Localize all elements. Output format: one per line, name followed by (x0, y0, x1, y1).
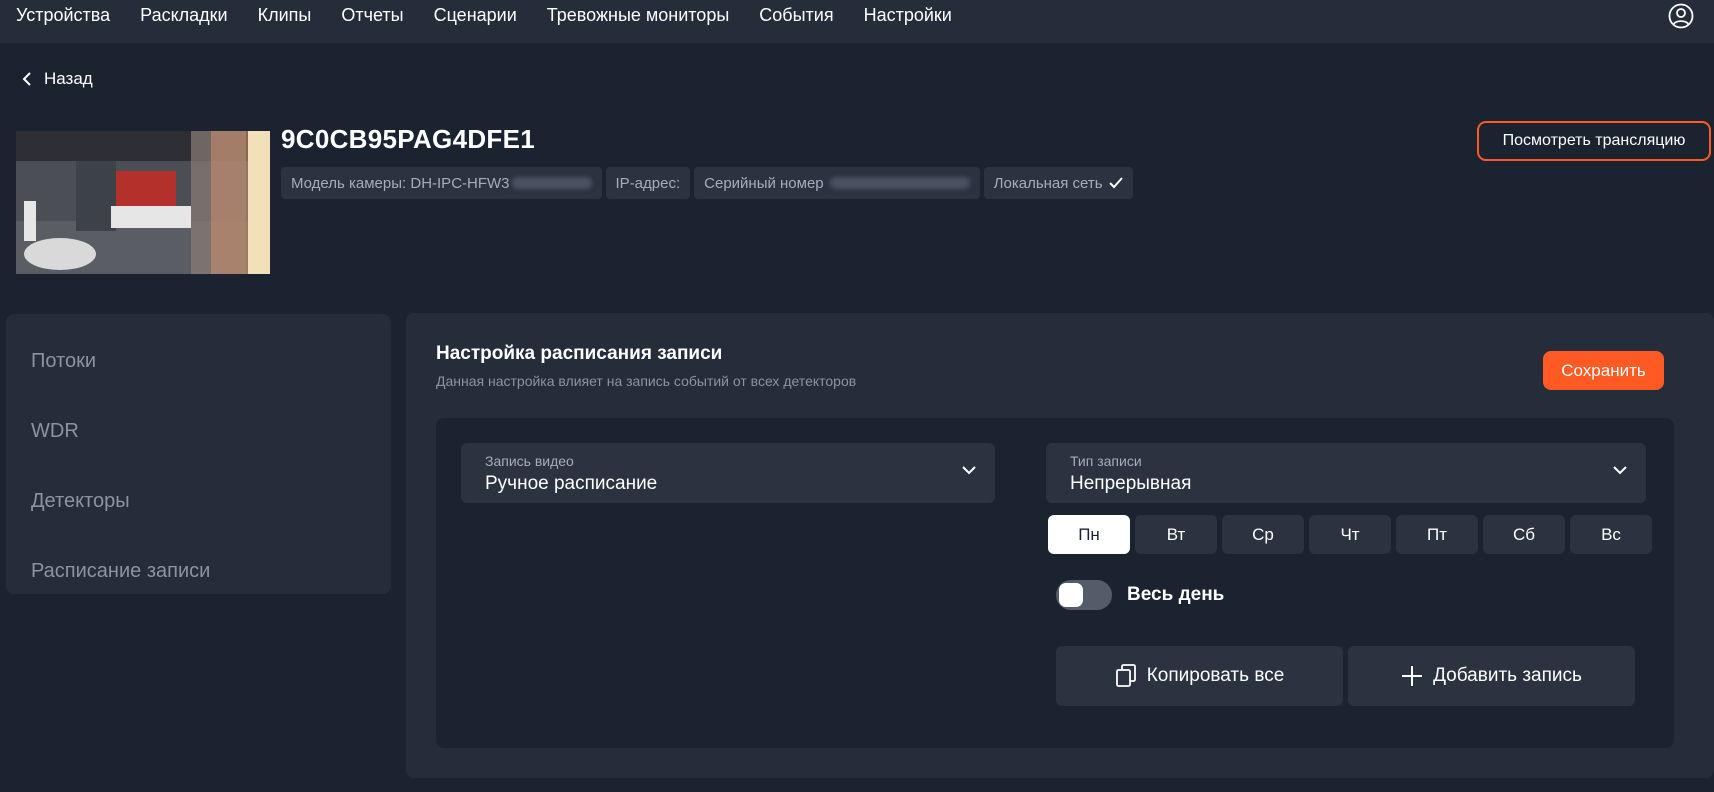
nav-item-alarm-monitors[interactable]: Тревожные мониторы (547, 5, 730, 25)
ip-address-chip: IP-адрес: (605, 167, 691, 199)
nav-item-events[interactable]: События (759, 5, 833, 25)
camera-model-label: Модель камеры: DH-IPC-HFW3 (291, 174, 510, 192)
panel-subtitle: Данная настройка влияет на запись событи… (436, 373, 857, 389)
sidebar-item-streams[interactable]: Потоки (6, 326, 391, 396)
back-label: Назад (44, 69, 93, 88)
schedule-panel: Настройка расписания записи Данная настр… (406, 313, 1714, 778)
redacted-value (829, 177, 970, 189)
day-tab-wed[interactable]: Ср (1222, 515, 1304, 554)
add-record-button[interactable]: Добавить запись (1348, 646, 1635, 706)
copy-icon (1115, 664, 1136, 687)
video-record-select[interactable]: Запись видео Ручное расписание (461, 443, 995, 503)
record-type-label: Тип записи (1070, 453, 1142, 469)
sidebar-item-wdr[interactable]: WDR (6, 396, 391, 466)
day-tab-sun[interactable]: Вс (1570, 515, 1652, 554)
add-record-label: Добавить запись (1433, 665, 1582, 686)
nav-item-devices[interactable]: Устройства (16, 5, 110, 25)
camera-thumbnail[interactable] (16, 131, 270, 274)
day-tab-tue[interactable]: Вт (1135, 515, 1217, 554)
all-day-row: Весь день (1056, 580, 1224, 610)
weekday-tabs: Пн Вт Ср Чт Пт Сб Вс (1048, 515, 1652, 554)
settings-sidebar: Потоки WDR Детекторы Расписание записи (6, 314, 391, 594)
nav-item-reports[interactable]: Отчеты (341, 5, 403, 25)
serial-number-chip: Серийный номер (694, 167, 980, 199)
plus-icon (1402, 666, 1423, 686)
schedule-editor: Запись видео Ручное расписание Тип запис… (436, 418, 1674, 748)
top-navigation: Устройства Раскладки Клипы Отчеты Сценар… (0, 0, 1714, 43)
chevron-down-icon (962, 466, 976, 475)
nav-item-clips[interactable]: Клипы (258, 5, 312, 25)
toggle-knob (1059, 583, 1083, 607)
nav-item-settings[interactable]: Настройки (864, 5, 952, 25)
day-tab-mon[interactable]: Пн (1048, 515, 1130, 554)
chevron-down-icon (1613, 466, 1627, 475)
user-circle-icon[interactable] (1668, 3, 1694, 29)
nav-item-scenarios[interactable]: Сценарии (434, 5, 517, 25)
sidebar-item-record-schedule[interactable]: Расписание записи (6, 536, 391, 606)
nav-menu: Устройства Раскладки Клипы Отчеты Сценар… (0, 0, 982, 25)
copy-all-button[interactable]: Копировать все (1056, 646, 1343, 706)
day-tab-fri[interactable]: Пт (1396, 515, 1478, 554)
panel-title: Настройка расписания записи (436, 343, 723, 364)
ip-address-label: IP-адрес: (615, 174, 681, 192)
watch-stream-button[interactable]: Посмотреть трансляцию (1477, 121, 1711, 161)
redacted-value (511, 177, 592, 189)
sidebar-item-detectors[interactable]: Детекторы (6, 466, 391, 536)
save-button[interactable]: Сохранить (1543, 351, 1664, 390)
all-day-toggle[interactable] (1056, 580, 1112, 610)
video-record-value: Ручное расписание (485, 473, 658, 494)
record-type-select[interactable]: Тип записи Непрерывная (1046, 443, 1646, 503)
day-tab-sat[interactable]: Сб (1483, 515, 1565, 554)
back-link[interactable]: Назад (22, 69, 93, 89)
video-record-label: Запись видео (485, 453, 574, 469)
camera-model-chip: Модель камеры: DH-IPC-HFW3 (281, 167, 602, 199)
record-type-value: Непрерывная (1070, 473, 1192, 494)
camera-preview-image (16, 131, 270, 274)
nav-item-layouts[interactable]: Раскладки (140, 5, 227, 25)
network-label: Локальная сеть (993, 174, 1103, 192)
all-day-label: Весь день (1127, 584, 1225, 605)
copy-all-label: Копировать все (1146, 665, 1285, 686)
network-chip: Локальная сеть (983, 167, 1133, 199)
chevron-left-icon (22, 72, 31, 86)
day-tab-thu[interactable]: Чт (1309, 515, 1391, 554)
check-icon (1108, 177, 1123, 189)
camera-info-chips: Модель камеры: DH-IPC-HFW3 IP-адрес: Сер… (281, 167, 1133, 199)
serial-number-label: Серийный номер (704, 174, 824, 192)
camera-title: 9C0CB95PAG4DFE1 (281, 124, 536, 154)
